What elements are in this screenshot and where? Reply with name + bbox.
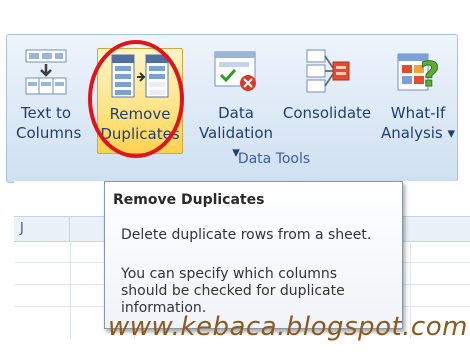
tooltip-extra-line: should be checked for duplicate bbox=[121, 283, 345, 299]
svg-text:?: ? bbox=[420, 55, 440, 95]
what-if-analysis-button[interactable]: ? What-If Analysis ▾ bbox=[378, 48, 458, 152]
what-if-analysis-icon: ? bbox=[397, 53, 440, 96]
text-to-columns-button[interactable]: Text to Columns bbox=[16, 48, 82, 152]
watermark-text: www.kebaca.blogspot.com bbox=[108, 312, 468, 342]
what-if-analysis-label-1: What-If bbox=[390, 104, 446, 122]
tooltip-extra-line: You can specify which columns bbox=[121, 266, 338, 282]
column-header-j[interactable]: J bbox=[14, 217, 70, 241]
consolidate-icon bbox=[306, 49, 350, 93]
consolidate-button[interactable]: Consolidate bbox=[282, 48, 372, 152]
what-if-analysis-label-2: Analysis ▾ bbox=[380, 124, 456, 142]
text-to-columns-icon bbox=[25, 49, 67, 95]
tooltip-extra-text: You can specify which columns should be … bbox=[121, 266, 381, 317]
what-if-dropdown-icon: ▾ bbox=[447, 124, 456, 142]
text-to-columns-label-1: Text to bbox=[20, 104, 72, 122]
remove-duplicates-tooltip: Remove Duplicates Delete duplicate rows … bbox=[104, 181, 403, 329]
data-validation-button[interactable]: Data Validation ▾ bbox=[196, 48, 276, 161]
highlight-circle bbox=[88, 40, 184, 158]
consolidate-label: Consolidate bbox=[282, 104, 372, 122]
grid-line bbox=[70, 240, 71, 338]
tooltip-description: Delete duplicate rows from a sheet. bbox=[121, 227, 372, 243]
data-validation-icon bbox=[214, 51, 256, 91]
screenshot-frame: Text to Columns Remove Duplicates Data V… bbox=[0, 0, 470, 352]
tooltip-title: Remove Duplicates bbox=[113, 192, 265, 208]
data-validation-label-1: Data bbox=[218, 104, 254, 122]
text-to-columns-label-2: Columns bbox=[16, 124, 82, 142]
group-label-data-tools: Data Tools bbox=[237, 151, 311, 167]
